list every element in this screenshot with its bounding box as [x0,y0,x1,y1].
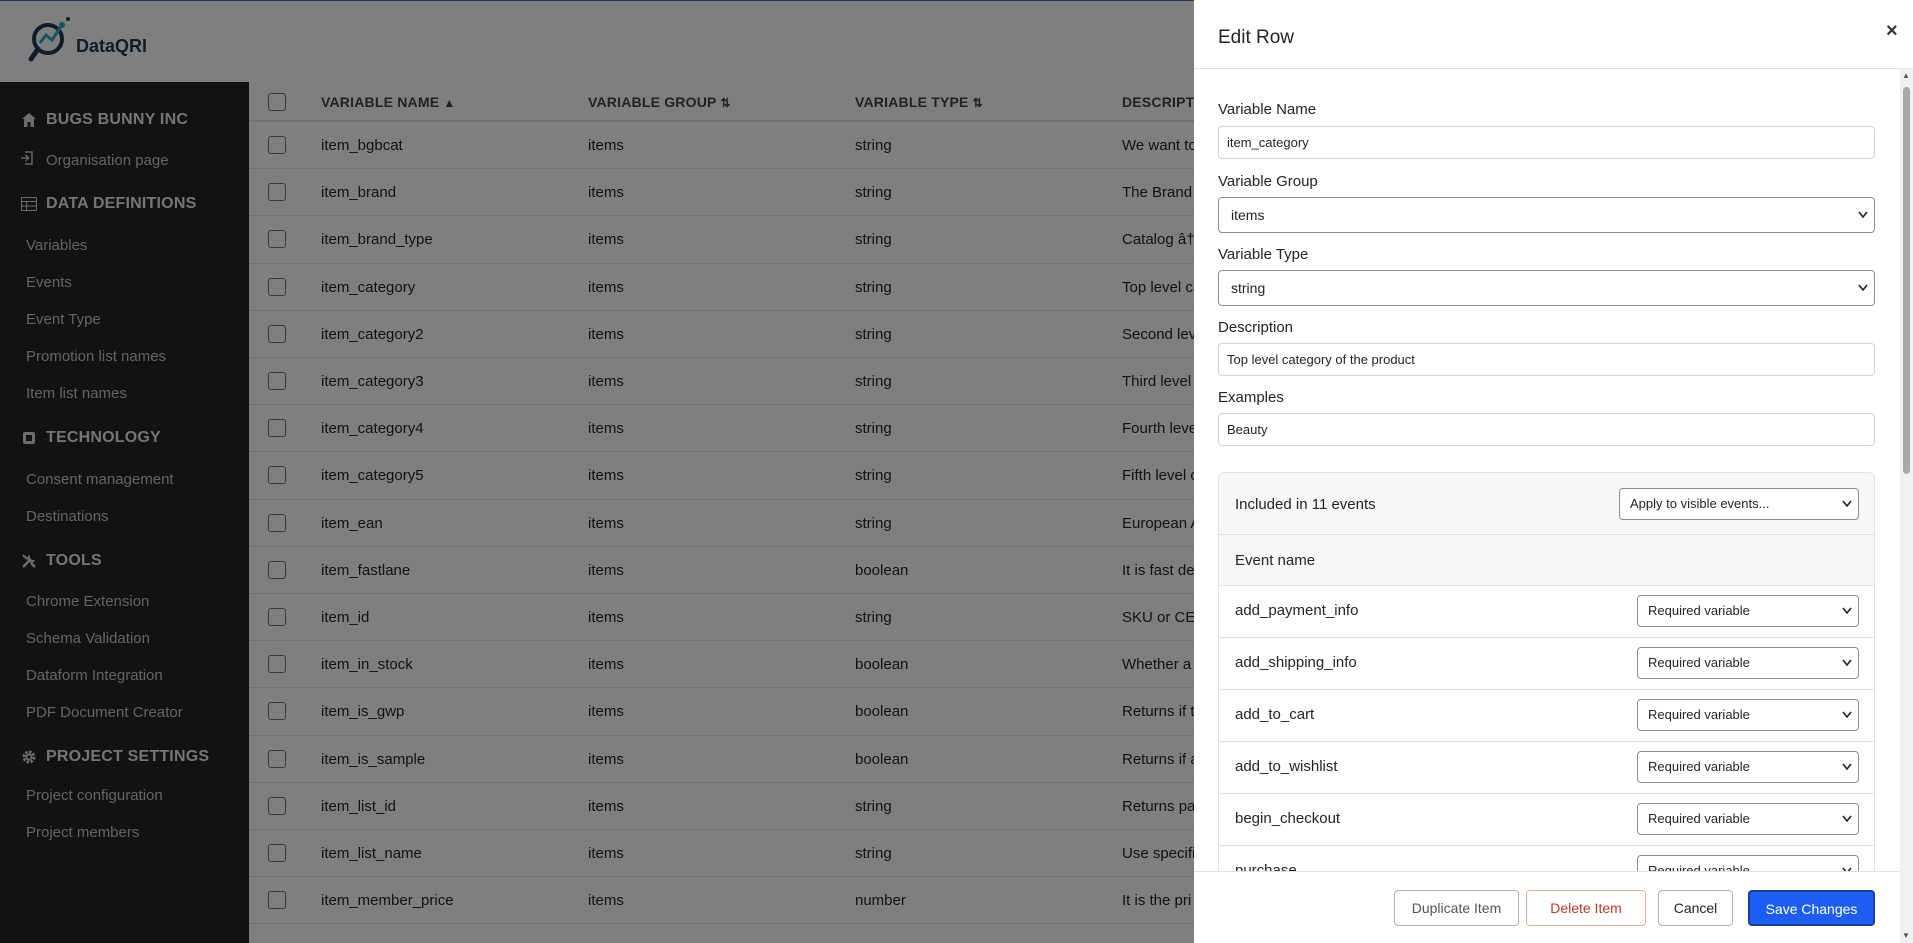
scroll-down-icon[interactable]: ▼ [1902,931,1910,940]
event-name: begin_checkout [1235,810,1341,827]
select-value: Apply to visible events... [1630,496,1770,511]
select-value: items [1231,207,1265,223]
variable-group-label: Variable Group [1218,173,1318,190]
event-requirement-select[interactable]: Required variable [1637,855,1859,871]
chevron-down-icon [1842,711,1852,719]
examples-label: Examples [1218,389,1284,406]
delete-item-button[interactable]: Delete Item [1526,890,1646,926]
variable-type-select[interactable]: string [1218,270,1875,306]
event-requirement-select[interactable]: Required variable [1637,751,1859,783]
variable-name-label: Variable Name [1218,101,1317,118]
event-row: add_to_wishlist Required variable [1219,742,1874,794]
modal-scrollbar[interactable]: ▲ ▼ [1900,69,1913,943]
variable-name-input[interactable]: item_category [1218,126,1875,159]
chevron-down-icon [1858,284,1868,292]
select-value: Required variable [1648,863,1750,871]
event-name: add_to_wishlist [1235,758,1338,775]
duplicate-item-button[interactable]: Duplicate Item [1394,890,1519,926]
select-value: Required variable [1648,811,1750,826]
chevron-down-icon [1842,607,1852,615]
select-value: Required variable [1648,603,1750,618]
modal-title: Edit Row [1218,27,1295,48]
event-requirement-select[interactable]: Required variable [1637,699,1859,731]
event-row: add_payment_info Required variable [1219,586,1874,638]
select-value: Required variable [1648,759,1750,774]
close-icon[interactable]: × [1886,20,1898,43]
column-header: Event name [1235,552,1316,569]
event-name: purchase [1235,862,1297,871]
cancel-button[interactable]: Cancel [1658,890,1733,926]
examples-input[interactable]: Beauty [1218,413,1875,446]
edit-row-panel: Edit Row × Variable Name item_category V… [1194,0,1913,943]
events-card-header: Included in 11 events Apply to visible e… [1219,473,1874,535]
event-name: add_shipping_info [1235,654,1357,671]
event-row: purchase Required variable [1219,846,1874,871]
save-changes-button[interactable]: Save Changes [1748,890,1875,926]
event-name: add_payment_info [1235,602,1359,619]
description-label: Description [1218,319,1294,336]
event-name-header: Event name [1219,535,1874,586]
variable-type-label: Variable Type [1218,246,1309,263]
event-name: add_to_cart [1235,706,1315,723]
modal-header: Edit Row × [1194,0,1913,69]
event-requirement-select[interactable]: Required variable [1637,595,1859,627]
chevron-down-icon [1842,500,1852,508]
apply-to-visible-events-select[interactable]: Apply to visible events... [1619,488,1859,520]
chevron-down-icon [1842,815,1852,823]
events-card: Included in 11 events Apply to visible e… [1218,472,1875,871]
chevron-down-icon [1842,763,1852,771]
variable-group-select[interactable]: items [1218,197,1875,233]
modal-body: Variable Name item_category Variable Gro… [1194,69,1913,871]
chevron-down-icon [1858,211,1868,219]
modal-footer: Duplicate Item Delete Item Cancel Save C… [1194,871,1900,943]
event-requirement-select[interactable]: Required variable [1637,647,1859,679]
select-value: Required variable [1648,655,1750,670]
event-row: add_to_cart Required variable [1219,690,1874,742]
chevron-down-icon [1842,867,1852,871]
scroll-up-icon[interactable]: ▲ [1902,71,1910,80]
event-row: begin_checkout Required variable [1219,794,1874,846]
scrollbar-thumb[interactable] [1903,87,1910,474]
event-row: add_shipping_info Required variable [1219,638,1874,690]
select-value: string [1231,280,1266,296]
description-input[interactable]: Top level category of the product [1218,343,1875,376]
event-requirement-select[interactable]: Required variable [1637,803,1859,835]
chevron-down-icon [1842,659,1852,667]
select-value: Required variable [1648,707,1750,722]
events-count: Included in 11 events [1235,496,1376,513]
